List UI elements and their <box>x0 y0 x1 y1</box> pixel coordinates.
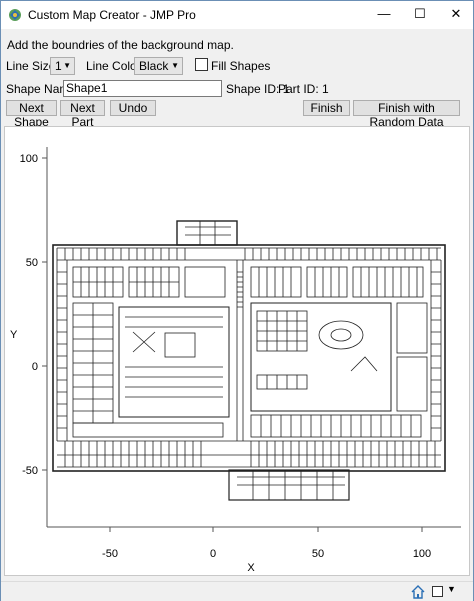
jmp-app-icon <box>9 9 21 21</box>
x-tick-label-0: 0 <box>210 548 216 560</box>
y-tick-label-50: 50 <box>26 257 38 269</box>
x-tick-label-100: 100 <box>413 548 431 560</box>
chevron-down-icon: ▼ <box>63 61 71 70</box>
fill-shapes-label: Fill Shapes <box>211 59 271 73</box>
dialog-content: Add the boundries of the background map.… <box>1 29 473 581</box>
next-shape-button[interactable]: Next Shape <box>6 100 57 129</box>
maximize-button[interactable]: ☐ <box>402 1 438 27</box>
part-id-text: Part ID: 1 <box>278 82 329 96</box>
undo-button[interactable]: Undo <box>110 100 156 116</box>
y-tick-label-neg50: -50 <box>22 465 38 477</box>
y-tick-label-0: 0 <box>32 361 38 373</box>
finish-button[interactable]: Finish <box>303 100 350 116</box>
line-size-select[interactable]: 1 ▼ <box>50 57 75 75</box>
map-plot[interactable]: 100 50 0 -50 Y -50 0 50 100 X <box>4 126 470 576</box>
finish-with-random-data-button[interactable]: Finish with Random Data <box>353 100 460 129</box>
square-icon[interactable] <box>432 586 443 597</box>
window-title: Custom Map Creator - JMP Pro <box>28 8 196 22</box>
next-part-button[interactable]: Next Part <box>60 100 105 129</box>
minimize-button[interactable]: — <box>366 1 402 27</box>
fill-shapes-checkbox[interactable] <box>195 58 208 71</box>
y-axis-label: Y <box>10 329 18 341</box>
status-bar: ▼ <box>1 581 473 601</box>
instruction-text: Add the boundries of the background map. <box>7 38 234 52</box>
chevron-down-icon[interactable]: ▼ <box>447 584 456 594</box>
shape-name-input[interactable]: Shape1 <box>63 80 222 97</box>
y-tick-label-100: 100 <box>20 153 38 165</box>
plot-svg[interactable]: 100 50 0 -50 Y -50 0 50 100 X <box>5 127 469 575</box>
x-tick-label-neg50: -50 <box>102 548 118 560</box>
title-bar: Custom Map Creator - JMP Pro — ☐ ✕ <box>1 1 473 29</box>
line-color-value: Black <box>139 59 169 73</box>
floor-plan-image <box>52 220 446 501</box>
x-tick-label-50: 50 <box>312 548 324 560</box>
close-button[interactable]: ✕ <box>438 1 474 27</box>
chevron-down-icon: ▼ <box>171 61 179 70</box>
line-size-value: 1 <box>55 59 62 73</box>
line-color-select[interactable]: Black ▼ <box>134 57 183 75</box>
home-icon[interactable] <box>410 584 426 600</box>
x-axis-label: X <box>247 562 255 574</box>
custom-map-creator-window: Custom Map Creator - JMP Pro — ☐ ✕ Add t… <box>0 0 474 601</box>
